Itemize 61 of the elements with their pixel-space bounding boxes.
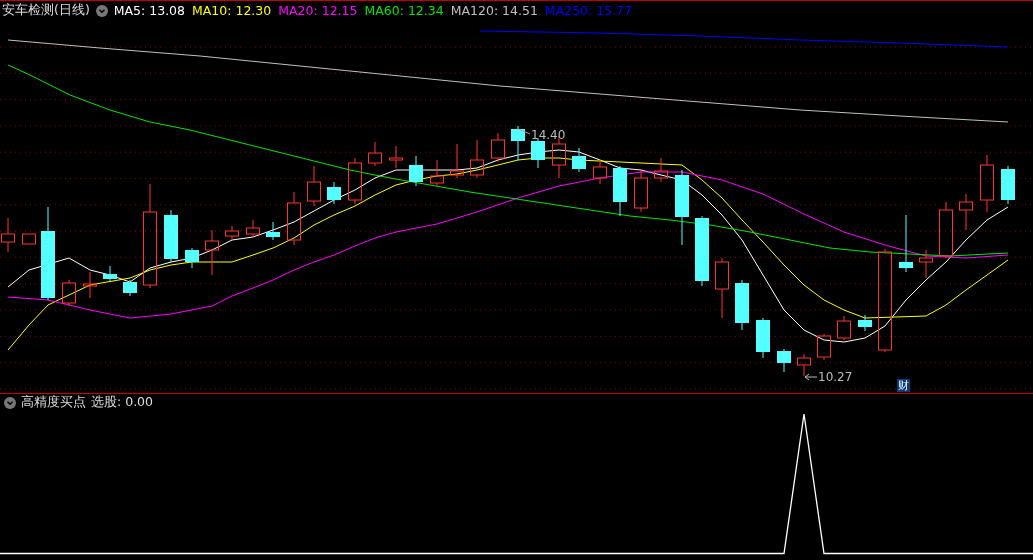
rising-candle — [205, 229, 219, 276]
falling-candle — [735, 279, 749, 331]
rising-candle — [817, 333, 831, 361]
legend-item: MA60: 12.34 — [364, 3, 444, 18]
rising-candle — [715, 257, 729, 319]
falling-candle — [756, 317, 770, 359]
falling-candle — [103, 265, 117, 282]
dropdown-icon[interactable] — [95, 4, 108, 17]
falling-candle — [185, 247, 199, 269]
rising-candle — [959, 193, 973, 231]
rising-candle — [634, 169, 648, 213]
rising-candle — [593, 159, 607, 185]
rising-candle — [939, 201, 953, 259]
rising-candle — [368, 141, 382, 167]
falling-candle — [1001, 165, 1015, 205]
falling-candle — [123, 279, 137, 297]
falling-candle — [899, 214, 913, 273]
chart-title: 安车检测(日线) — [2, 2, 90, 19]
high-price-label: 14.40 — [531, 128, 566, 142]
rising-candle — [654, 157, 668, 183]
rising-candle — [62, 279, 76, 307]
falling-candle — [327, 181, 341, 205]
falling-candle — [164, 209, 178, 263]
rising-candle — [307, 165, 321, 207]
falling-candle — [613, 165, 627, 217]
rising-candle — [919, 249, 933, 279]
low-price-label: 10.27 — [818, 370, 853, 384]
falling-candle — [511, 125, 525, 161]
rising-candle — [450, 143, 464, 179]
rising-candle — [797, 353, 811, 377]
legend-item: MA20: 12.15 — [278, 3, 358, 18]
falling-candle — [777, 348, 791, 373]
rising-candle — [1, 217, 15, 253]
finance-badge[interactable]: 财 — [897, 379, 910, 392]
legend-item: MA5: 13.08 — [113, 3, 186, 18]
rising-candle — [225, 225, 239, 241]
rising-candle — [980, 154, 994, 213]
rising-candle — [491, 132, 505, 163]
rising-candle — [430, 159, 444, 187]
rising-candle — [246, 219, 260, 238]
rising-candle — [287, 191, 301, 246]
rising-candle — [389, 145, 403, 169]
rising-candle — [83, 271, 97, 299]
falling-candle — [572, 147, 586, 173]
legend-item: MA250: 15.77 — [544, 3, 633, 18]
rising-candle — [348, 157, 362, 205]
leader-line — [517, 128, 531, 135]
falling-candle — [695, 215, 709, 287]
rising-candle — [470, 139, 484, 179]
falling-candle — [409, 155, 423, 187]
falling-candle — [858, 314, 872, 332]
falling-candle — [531, 137, 545, 169]
rising-candle — [837, 315, 851, 341]
arrow-icon — [804, 373, 818, 381]
legend-item: MA120: 14.51 — [450, 3, 538, 18]
dropdown-icon[interactable] — [4, 396, 16, 409]
indicator-value: 选股: 0.00 — [91, 394, 154, 411]
rising-candle — [22, 233, 36, 245]
falling-candle — [266, 221, 280, 241]
legend-item: MA10: 12.30 — [192, 3, 272, 18]
indicator-title: 高精度买点 — [21, 394, 86, 411]
